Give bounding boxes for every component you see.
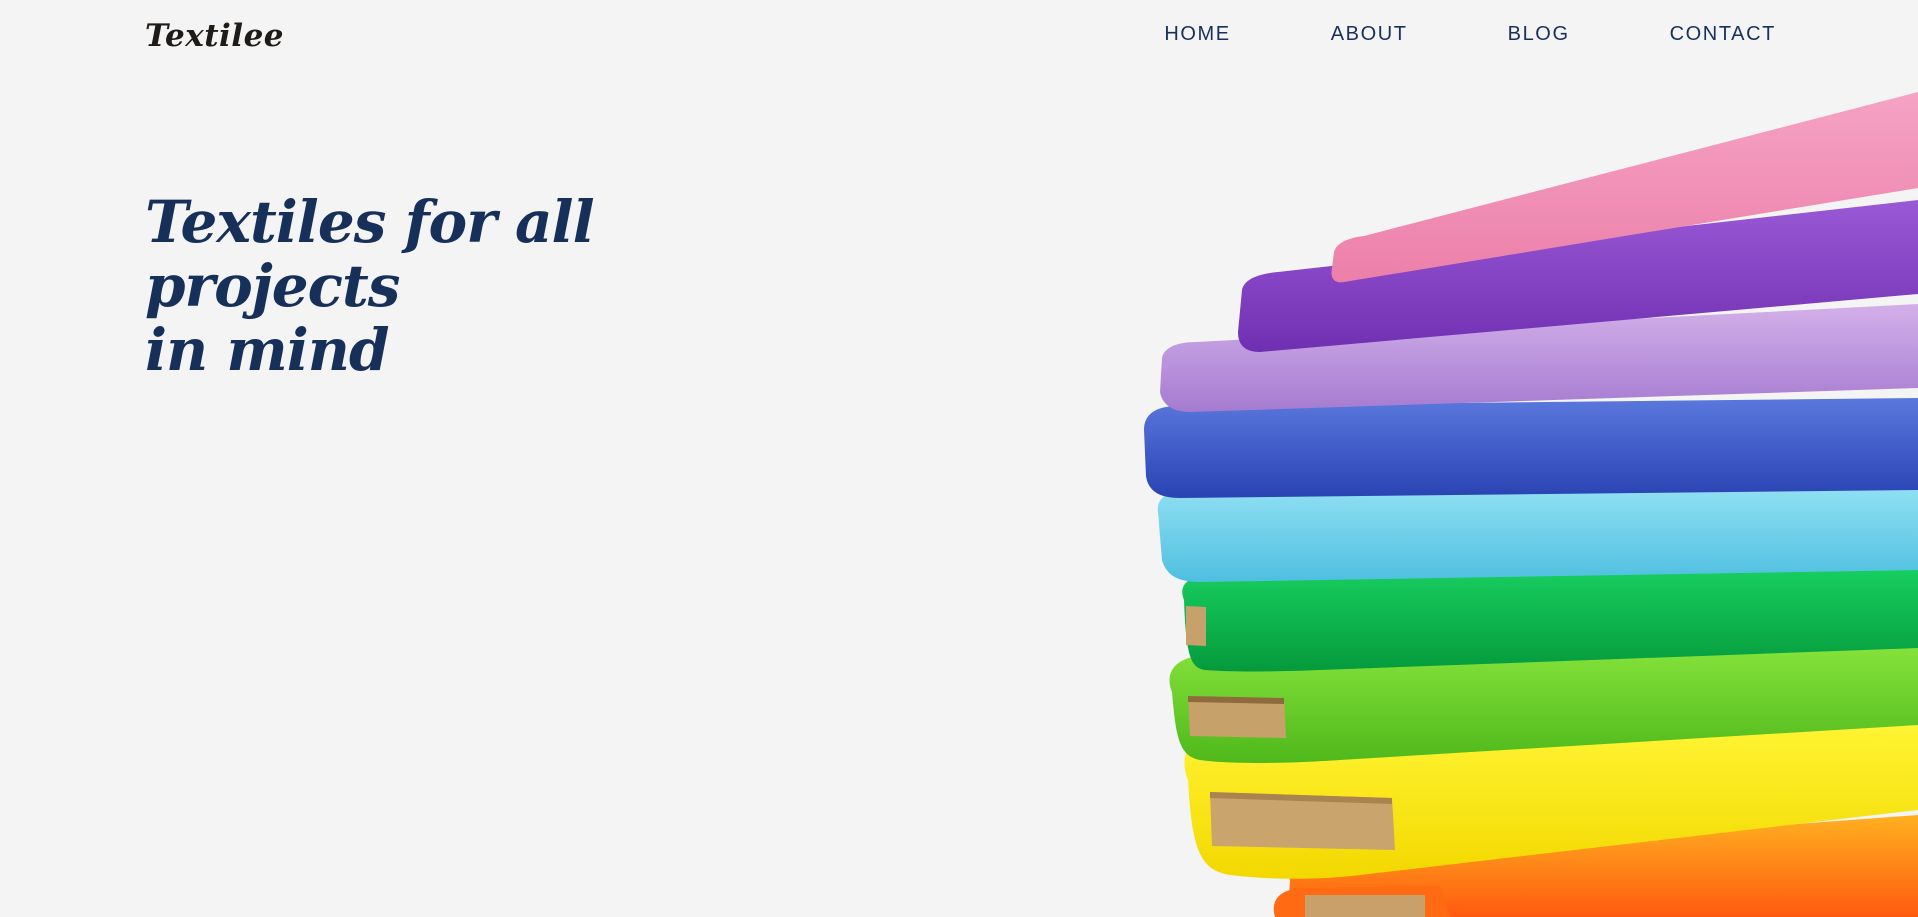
- nav-about-link[interactable]: ABOUT: [1331, 22, 1408, 46]
- fabric-rolls-image: [1144, 92, 1918, 917]
- nav-blog-link[interactable]: BLOG: [1508, 22, 1570, 46]
- nav-home-link[interactable]: HOME: [1164, 22, 1230, 46]
- main-nav: HOME ABOUT BLOG CONTACT: [1164, 22, 1776, 46]
- hero-heading-line-1: Textiles for all projects: [145, 188, 595, 320]
- hero-heading: Textiles for all projects in mind: [145, 190, 785, 382]
- site-logo[interactable]: Textilee: [145, 18, 284, 54]
- nav-contact-link[interactable]: CONTACT: [1670, 22, 1776, 46]
- hero-heading-line-2: in mind: [145, 316, 390, 384]
- site-header: Textilee HOME ABOUT BLOG CONTACT: [0, 0, 1918, 80]
